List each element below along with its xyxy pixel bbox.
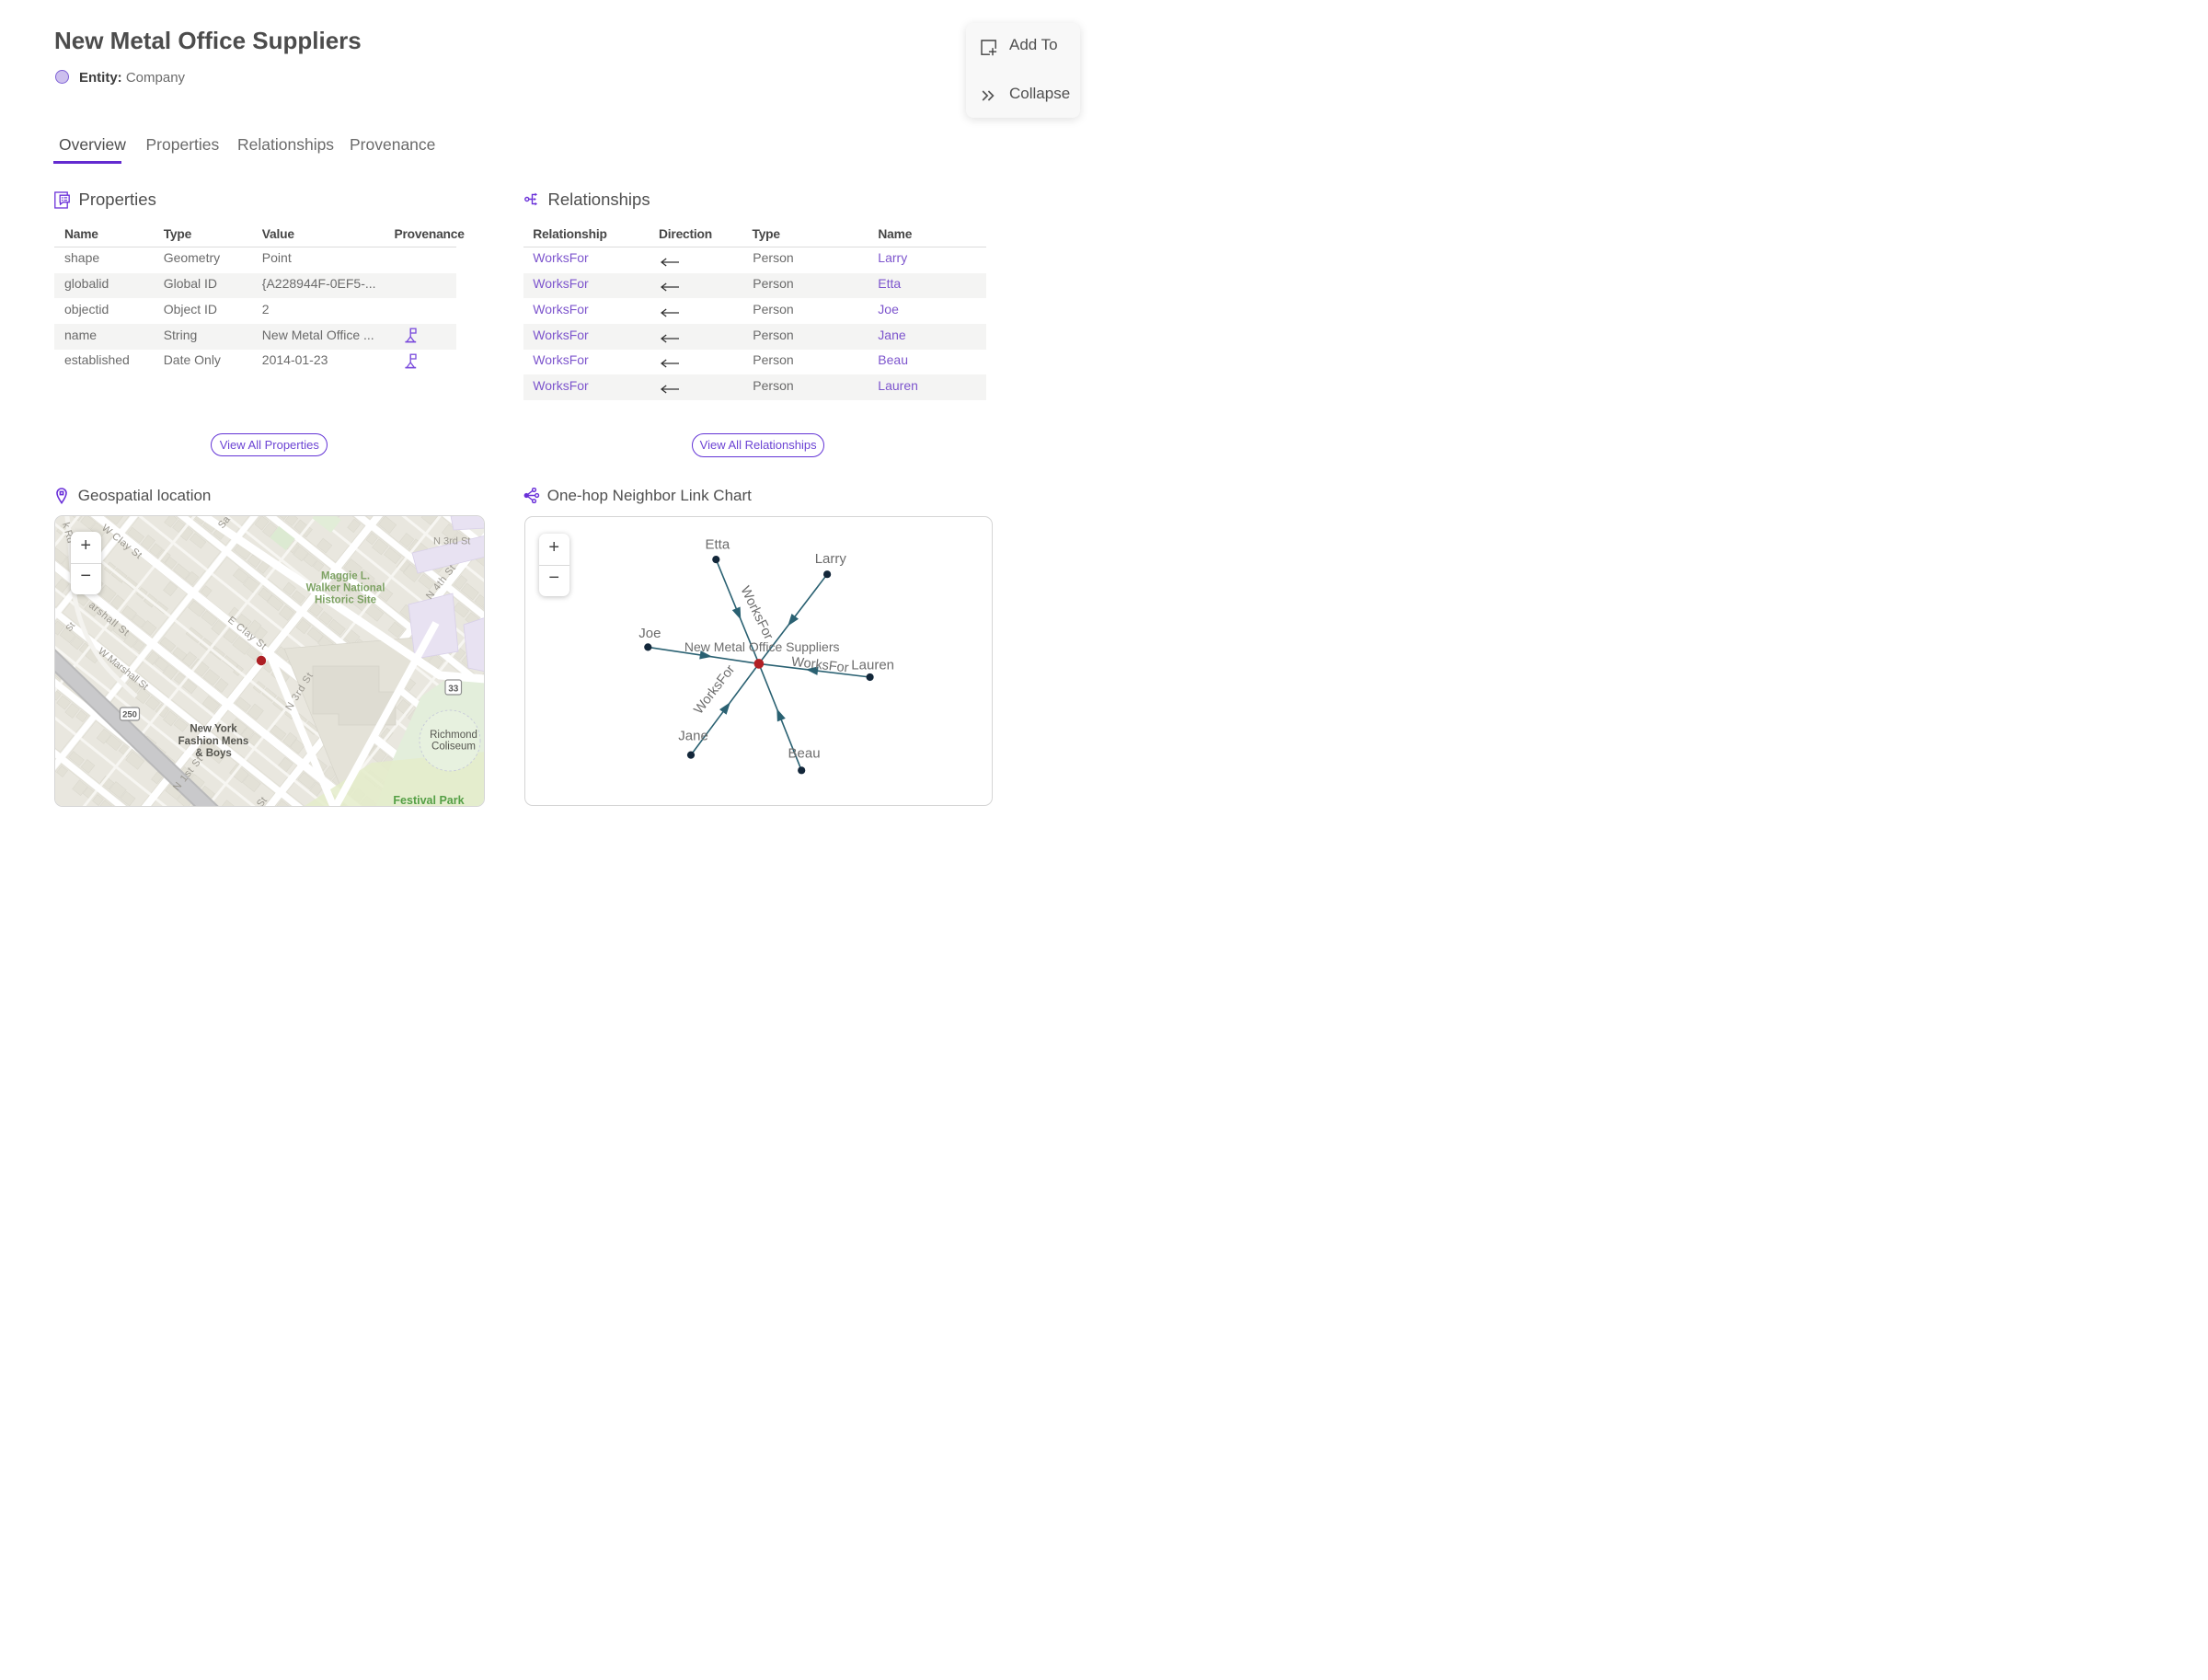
svg-text:WorksFor: WorksFor	[737, 583, 776, 641]
svg-text:Maggie L.: Maggie L.	[320, 571, 369, 582]
svg-text:WorksFor: WorksFor	[691, 662, 738, 718]
svg-text:Beau: Beau	[788, 745, 821, 761]
svg-text:Richmond: Richmond	[430, 730, 477, 741]
svg-text:Joe: Joe	[638, 626, 661, 641]
svg-text:& Boys: & Boys	[195, 748, 232, 759]
svg-text:N 3rd St: N 3rd St	[433, 536, 470, 547]
svg-text:Historic Site: Historic Site	[314, 595, 375, 606]
svg-text:Festival Park: Festival Park	[393, 794, 464, 807]
svg-text:Etta: Etta	[706, 536, 730, 552]
svg-text:New Metal Office Suppliers: New Metal Office Suppliers	[684, 639, 840, 654]
svg-text:Jane: Jane	[678, 728, 708, 743]
svg-text:Larry: Larry	[815, 551, 847, 567]
svg-text:WorksFor: WorksFor	[790, 654, 849, 675]
svg-text:Lauren: Lauren	[851, 657, 894, 673]
svg-text:New York: New York	[190, 723, 237, 734]
svg-text:Fashion Mens: Fashion Mens	[178, 736, 248, 747]
svg-text:33: 33	[448, 685, 459, 695]
svg-text:Coliseum: Coliseum	[431, 742, 476, 753]
svg-text:Walker National: Walker National	[305, 583, 385, 594]
svg-text:250: 250	[122, 710, 137, 720]
